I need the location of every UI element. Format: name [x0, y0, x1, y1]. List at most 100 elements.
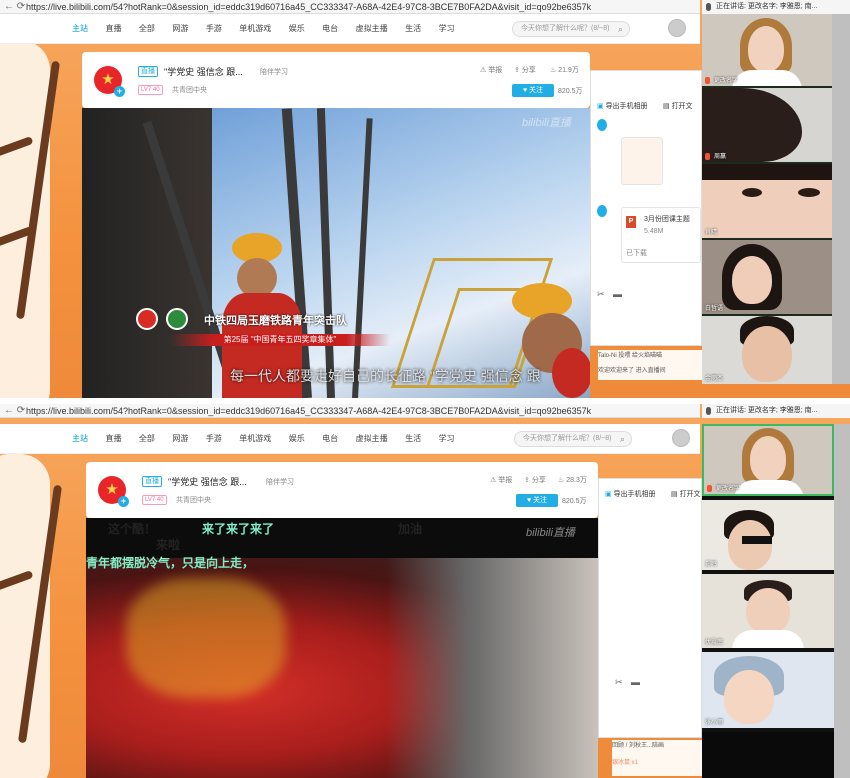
- image-thumbnail[interactable]: [621, 137, 663, 185]
- participant-tile[interactable]: 白哲语: [702, 240, 832, 314]
- follow-plus-icon[interactable]: +: [114, 86, 125, 97]
- nav-item-console-games[interactable]: 单机游戏: [239, 14, 271, 44]
- danmaku-comment: 来啦: [156, 538, 181, 552]
- room-category[interactable]: 陪伴学习: [260, 67, 288, 77]
- call-scrollbar[interactable]: [834, 424, 850, 778]
- host-name[interactable]: 共青团中央: [172, 85, 207, 95]
- folder-icon-2[interactable]: ▬: [613, 289, 622, 299]
- ppt-file-icon: P: [626, 216, 636, 228]
- site-navbar: 主站 直播 全部 网游 手游 单机游戏 娱乐 电台 虚拟主播 生活 学习 今天你…: [0, 14, 700, 44]
- follow-button[interactable]: ♥ 关注: [512, 84, 554, 97]
- level-badge: LV7 40: [138, 85, 163, 95]
- nav-item-home[interactable]: 主站: [72, 14, 88, 44]
- share-icon: ⇪: [514, 67, 522, 74]
- screenshot-top: ← ⟳ https://live.bilibili.com/54?hotRank…: [0, 0, 850, 398]
- mic-icon: [706, 407, 711, 415]
- user-avatar[interactable]: [668, 19, 686, 37]
- nav-item-all[interactable]: 全部: [139, 424, 155, 454]
- live-badge: 直播: [138, 66, 158, 77]
- address-bar[interactable]: ← ⟳ https://live.bilibili.com/54?hotRank…: [0, 0, 700, 14]
- nav-item-entertainment[interactable]: 娱乐: [289, 424, 305, 454]
- nav-item-life[interactable]: 生活: [405, 424, 421, 454]
- nav-item-radio[interactable]: 电台: [322, 14, 338, 44]
- share-button[interactable]: ⇪ 分享: [524, 475, 546, 485]
- nav-item-vtuber[interactable]: 虚拟主播: [356, 424, 388, 454]
- share-button[interactable]: ⇪ 分享: [514, 65, 536, 75]
- popularity-count: ♨ 28.3万: [558, 477, 587, 484]
- participant-tile[interactable]: [702, 732, 834, 778]
- open-file-button[interactable]: ▤ 打开文: [663, 101, 693, 111]
- report-button[interactable]: ⚠ 举报: [480, 65, 502, 75]
- host-avatar[interactable]: ★ +: [98, 476, 129, 507]
- level-badge: LV7 40: [142, 495, 167, 505]
- participant-tile[interactable]: 更改名字: [702, 424, 834, 496]
- nav-item-all[interactable]: 全部: [139, 14, 155, 44]
- participant-tile[interactable]: 金雨杰: [702, 316, 832, 384]
- nav-item-console-games[interactable]: 单机游戏: [239, 424, 271, 454]
- follow-plus-icon[interactable]: +: [118, 496, 129, 507]
- video-call-grid: 更改名字 周赢 肖晴 白哲语 金雨杰: [702, 14, 832, 384]
- participant-tile[interactable]: 张小雨: [702, 652, 834, 728]
- bilibili-watermark: bilibili直播: [526, 527, 575, 539]
- file-transfer-panel: ▣ 导出手机相册 ▤ 打开文 P 3月份团课主题 5.48M 已下载 ✂ ▬: [590, 70, 702, 346]
- back-forward-icon[interactable]: ← ⟳: [4, 404, 25, 417]
- open-file-button[interactable]: ▤ 打开文: [671, 489, 701, 499]
- chat-line: Talo-Ni 投喂 给火焰喵喵: [598, 353, 663, 359]
- host-avatar[interactable]: ★ +: [94, 66, 125, 97]
- nav-item-vtuber[interactable]: 虚拟主播: [356, 14, 388, 44]
- live-video-player[interactable]: 中铁四局玉磨铁路青年突击队 第25届 "中国青年五四奖章集体" 每一代人都要走好…: [82, 108, 590, 398]
- nav-item-life[interactable]: 生活: [405, 14, 421, 44]
- nav-item-online-games[interactable]: 网游: [172, 14, 188, 44]
- nav-item-online-games[interactable]: 网游: [172, 424, 188, 454]
- scissors-icon[interactable]: ✂: [615, 677, 623, 688]
- chat-line: 欢迎欢迎来了 进入直播间: [598, 368, 666, 374]
- award-caption: 第25届 "中国青年五四奖章集体": [170, 334, 390, 346]
- back-forward-icon[interactable]: ← ⟳: [4, 0, 25, 13]
- room-category[interactable]: 陪伴学习: [266, 477, 294, 487]
- url-text: https://live.bilibili.com/54?hotRank=0&s…: [26, 2, 592, 12]
- nav-item-study[interactable]: 学习: [439, 424, 455, 454]
- participant-tile[interactable]: 伏震南: [702, 574, 834, 648]
- share-icon: ⇪: [524, 477, 532, 484]
- image-icon: ▣: [605, 491, 614, 498]
- follower-count: 820.5万: [562, 498, 587, 505]
- nav-item-home[interactable]: 主站: [72, 424, 88, 454]
- folder-icon-2[interactable]: ▬: [631, 677, 640, 687]
- search-icon[interactable]: ⌕: [618, 22, 623, 36]
- nav-item-live[interactable]: 直播: [105, 14, 121, 44]
- participant-tile[interactable]: 郑鸣: [702, 500, 834, 570]
- ppt-file-card[interactable]: P 3月份团课主题 5.48M 已下载: [621, 207, 701, 263]
- nav-item-live[interactable]: 直播: [105, 424, 121, 454]
- call-scrollbar[interactable]: [832, 14, 850, 384]
- search-input[interactable]: 今天你想了解什么呢？(8/~8) ⌕: [514, 431, 632, 447]
- danmaku-comment: 加油: [398, 522, 423, 536]
- participant-tile[interactable]: 更改名字: [702, 14, 832, 86]
- user-avatar[interactable]: [672, 429, 690, 447]
- railway-emblem-icon: [166, 308, 188, 330]
- nav-item-entertainment[interactable]: 娱乐: [289, 14, 305, 44]
- nav-item-study[interactable]: 学习: [439, 14, 455, 44]
- fire-icon: ♨: [550, 67, 559, 74]
- file-status: 已下载: [626, 250, 647, 257]
- search-icon[interactable]: ⌕: [620, 432, 625, 446]
- host-name[interactable]: 共青团中央: [176, 495, 211, 505]
- export-album-button[interactable]: ▣ 导出手机相册: [597, 101, 648, 111]
- search-input[interactable]: 今天你想了解什么呢？(8/~8) ⌕: [512, 21, 630, 37]
- live-video-player[interactable]: 这个酷！ 来了来了来了 加油 来啦 青年都摆脱冷气，只是向上走， bilibil…: [86, 518, 598, 778]
- youth-league-emblem-icon: [136, 308, 158, 330]
- org-caption: 中铁四局玉磨铁路青年突击队: [204, 315, 347, 327]
- fire-icon: ♨: [558, 477, 567, 484]
- site-navbar: 主站 直播 全部 网游 手游 单机游戏 娱乐 电台 虚拟主播 生活 学习 今天你…: [0, 424, 700, 454]
- export-album-button[interactable]: ▣ 导出手机相册: [605, 489, 656, 499]
- report-button[interactable]: ⚠ 举报: [490, 475, 512, 485]
- nav-item-mobile-games[interactable]: 手游: [206, 14, 222, 44]
- scissors-icon[interactable]: ✂: [597, 289, 605, 300]
- nav-item-radio[interactable]: 电台: [322, 424, 338, 454]
- follow-button[interactable]: ♥ 关注: [516, 494, 558, 507]
- participant-tile[interactable]: 周赢: [702, 88, 832, 162]
- nav-item-mobile-games[interactable]: 手游: [206, 424, 222, 454]
- participant-tile[interactable]: 肖晴: [702, 164, 832, 238]
- warning-icon: ⚠: [480, 67, 489, 74]
- address-bar[interactable]: ← ⟳ https://live.bilibili.com/54?hotRank…: [0, 404, 700, 418]
- room-header: ★ + 直播 "学党史 强信念 跟... 陪伴学习 LV7 40 共青团中央 ⚠ …: [82, 52, 590, 108]
